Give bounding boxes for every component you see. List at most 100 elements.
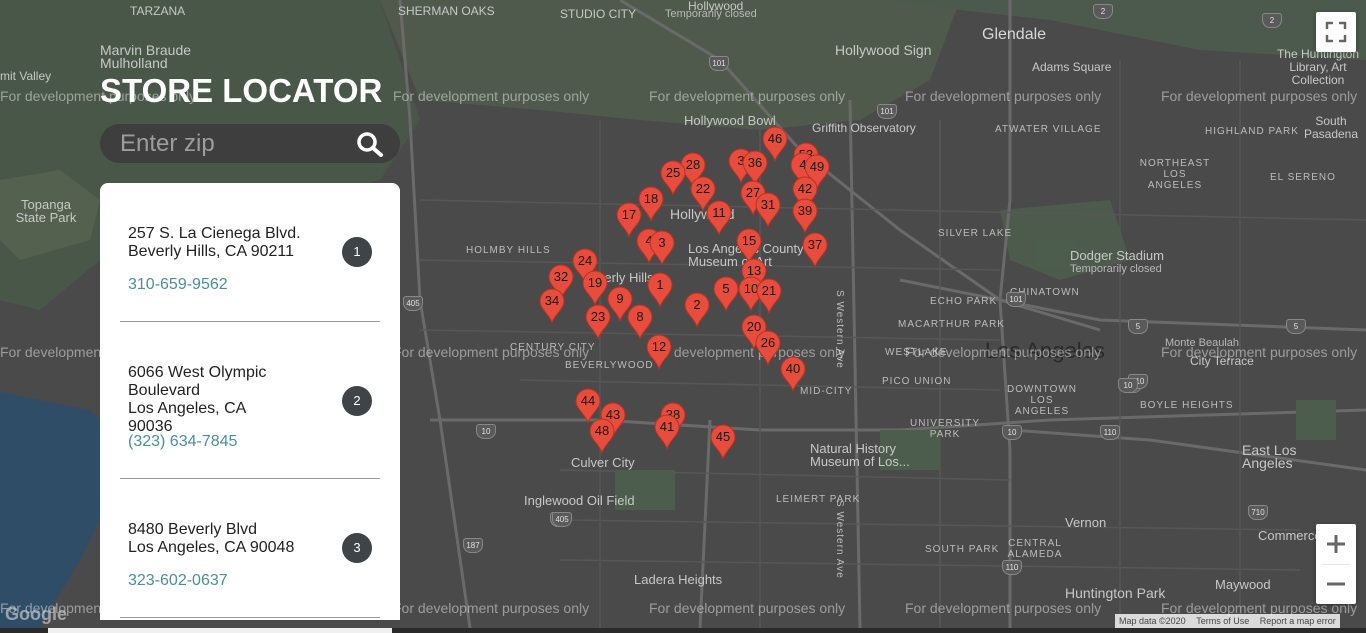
watermark: For development purposes only [905,88,1102,104]
place-label: STUDIO CITY [560,7,637,21]
place-label: Adams Square [1032,60,1112,74]
zoom-control [1316,524,1356,604]
place-label: South Pasadena [1303,114,1359,141]
address-line1: 6066 West Olympic Boulevard [128,364,267,399]
highway-shield: 2 [1262,13,1282,28]
map-attribution: Map data ©2020 Terms of Use Report a map… [1115,614,1340,628]
place-label: CENTRAL ALAMEDA [1007,538,1063,560]
map-pin[interactable]: 41 [654,414,680,450]
map-pin[interactable]: 3 [649,230,675,266]
map-pin[interactable]: 23 [585,304,611,340]
pin-label: 5 [722,281,730,296]
zip-input[interactable] [120,129,340,159]
minus-icon [1327,582,1345,586]
place-label: MACARTHUR PARK [898,319,1005,330]
highway-shield: 710 [1248,505,1268,520]
search-icon[interactable] [356,131,384,157]
place-label: Marvin Braude Mulholland [100,42,192,71]
highway-shield: 5 [1128,319,1148,334]
highway-shield: 5 [1286,319,1306,334]
pin-label: 45 [715,429,731,444]
search-bar [100,124,400,163]
page-title: STORE LOCATOR [100,72,383,109]
map-pin[interactable]: 37 [802,232,828,268]
store-item[interactable]: 8480 Beverly Blvd Los Angeles, CA 90048 … [120,479,380,618]
scrollbar-thumb[interactable] [48,628,392,633]
pin-label: 34 [544,293,560,308]
map-pin[interactable]: 31 [755,192,781,228]
watermark: For development purposes only [393,344,590,360]
google-logo[interactable]: Google [5,604,67,625]
store-address: 257 S. La Cienega Blvd. Beverly Hills, C… [128,225,318,261]
place-label: BEVERLYWOOD [565,360,654,371]
pin-label: 26 [760,335,776,350]
map-pin[interactable]: 26 [755,330,781,366]
place-label: Temporarily closed [665,8,757,20]
pin-label: 11 [712,205,726,220]
place-label: Culver City [571,455,635,470]
map-pin[interactable]: 48 [589,418,615,454]
pin-label: 21 [761,283,777,298]
pin-label: 1 [656,277,664,292]
place-label: Maywood [1215,577,1271,592]
map-pin[interactable]: 11 [706,200,732,236]
watermark: For development purposes only [905,344,1102,360]
place-label: Temporarily closed [1070,263,1162,275]
street-label: S Western Ave [834,500,845,579]
map-pin[interactable]: 34 [539,288,565,324]
store-number-badge: 3 [342,533,372,563]
pin-label: 49 [809,159,825,174]
map-pin[interactable]: 12 [646,334,672,370]
address-line1: 257 S. La Cienega Blvd. [128,225,301,242]
map-pin[interactable]: 5 [713,276,739,312]
map-pin[interactable]: 1 [647,272,673,308]
place-label: SHERMAN OAKS [398,4,495,18]
map-pin[interactable]: 19 [582,270,608,306]
place-label: Topanga State Park [15,197,77,225]
pin-label: 36 [747,155,763,170]
place-label: Glendale [982,26,1047,43]
watermark: For development purposes only [649,600,846,616]
place-label: NORTHEAST LOS ANGELES [1139,158,1211,191]
watermark: For development purposes only [393,600,590,616]
pin-label: 44 [580,393,596,408]
pin-label: 40 [785,361,801,376]
place-label: HOLMBY HILLS [466,245,551,256]
zoom-out-button[interactable] [1316,564,1356,604]
place-label: UNIVERSITY PARK [910,418,981,440]
pin-label: 8 [636,309,644,324]
store-item[interactable]: 6066 West Olympic Boulevard Los Angeles,… [120,322,380,479]
store-list[interactable]: 257 S. La Cienega Blvd. Beverly Hills, C… [100,183,400,620]
place-label: East Los Angeles [1242,442,1297,471]
store-phone[interactable]: (323) 634-7845 [128,433,237,451]
address-line2: Beverly Hills, CA 90211 [128,243,294,260]
map-pin[interactable]: 39 [792,198,818,234]
zoom-in-button[interactable] [1316,524,1356,564]
place-label: LEIMERT PARK [776,494,861,505]
report-error-link[interactable]: Report a map error [1256,616,1340,626]
store-item[interactable]: 257 S. La Cienega Blvd. Beverly Hills, C… [120,183,380,322]
place-label: ECHO PARK [930,296,998,307]
pin-label: 12 [651,339,667,354]
place-label: Vernon [1065,515,1107,530]
map-pin[interactable]: 45 [710,424,736,460]
highway-shield: 10 [1002,425,1022,440]
pin-label: 32 [553,269,569,284]
highway-shield: 101 [709,56,729,71]
highway-shield: 405 [552,512,572,527]
watermark: For development purposes only [393,88,590,104]
map-pin[interactable]: 2 [684,292,710,328]
plus-icon [1327,535,1345,553]
horizontal-scrollbar[interactable] [0,628,1366,633]
place-label: Dodger Stadium [1070,248,1164,263]
pin-label: 46 [767,131,783,146]
address-line2: Los Angeles, CA 90048 [128,539,295,556]
fullscreen-button[interactable] [1316,12,1356,52]
address-line1: 8480 Beverly Blvd [128,521,257,538]
store-phone[interactable]: 323-602-0637 [128,572,228,590]
store-phone[interactable]: 310-659-9562 [128,276,228,294]
map-pin[interactable]: 21 [756,278,782,314]
map-pin[interactable]: 40 [780,356,806,392]
place-label: TARZANA [130,4,186,18]
terms-link[interactable]: Terms of Use [1192,616,1253,626]
